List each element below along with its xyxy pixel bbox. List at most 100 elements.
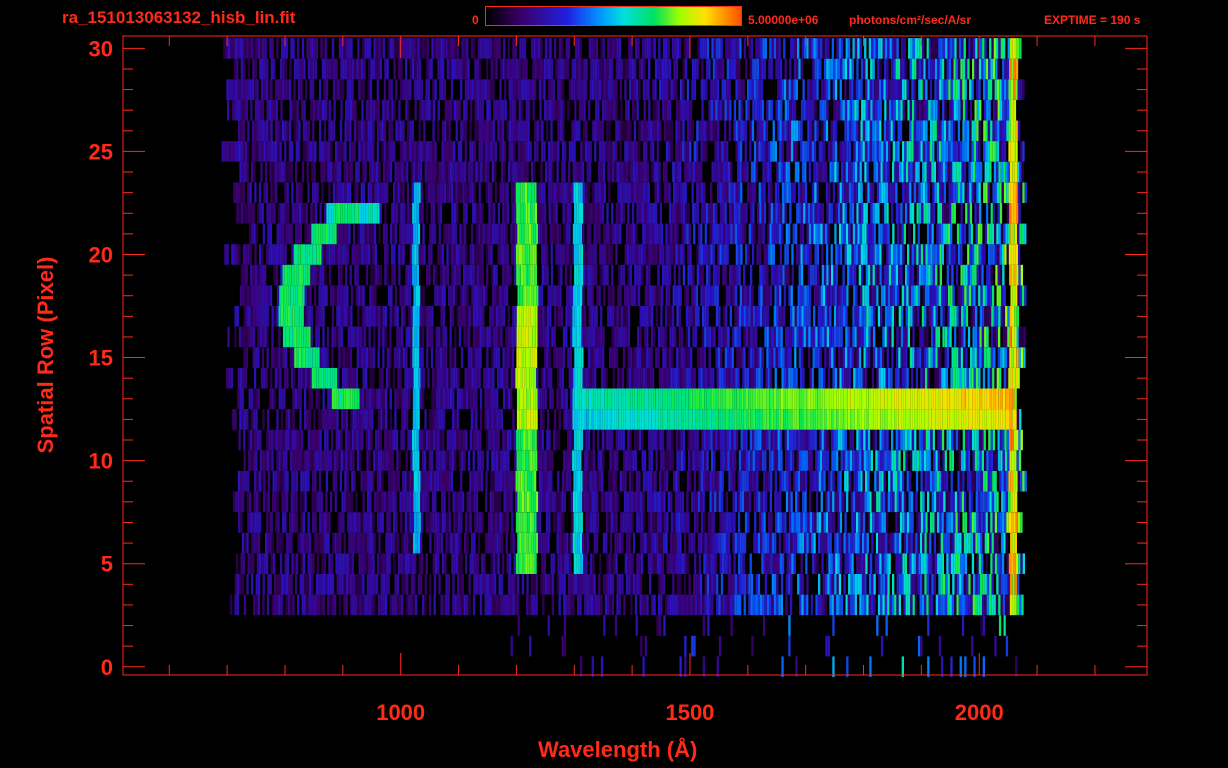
heatmap-cell — [451, 264, 454, 286]
heatmap-cell — [862, 512, 866, 533]
heatmap-cell — [574, 429, 577, 451]
heatmap-cell — [731, 264, 734, 286]
heatmap-cell — [579, 491, 583, 513]
heatmap-cell — [1012, 532, 1015, 554]
heatmap-cell — [270, 512, 273, 533]
heatmap-cell — [509, 264, 512, 286]
heatmap-cell — [865, 429, 868, 451]
heatmap-cell — [743, 306, 746, 327]
heatmap-cell — [533, 306, 536, 327]
heatmap-cell — [567, 409, 571, 430]
heatmap-cell — [658, 532, 661, 554]
heatmap-cell — [435, 264, 438, 286]
heatmap-cell — [978, 429, 982, 451]
heatmap-cell — [515, 491, 518, 513]
heatmap-cell — [826, 326, 829, 348]
heatmap-cell — [897, 553, 900, 574]
heatmap-cell — [351, 470, 354, 492]
heatmap-cell — [409, 512, 412, 533]
heatmap-cell — [759, 409, 763, 430]
heatmap-cell — [451, 450, 455, 471]
heatmap-cell — [265, 244, 269, 265]
heatmap-cell — [324, 429, 327, 451]
heatmap-cell — [293, 553, 296, 574]
heatmap-cell — [596, 491, 599, 513]
heatmap-cell — [721, 553, 725, 574]
heatmap-cell — [323, 553, 327, 574]
heatmap-cell — [730, 470, 733, 492]
heatmap-cell — [498, 409, 501, 430]
heatmap-cell — [266, 594, 270, 616]
heatmap-cell — [683, 532, 687, 554]
heatmap-cell — [537, 306, 540, 327]
heatmap-cell — [546, 450, 549, 471]
heatmap-cell — [240, 367, 243, 389]
heatmap-cell — [560, 264, 563, 286]
heatmap-cell — [296, 429, 299, 451]
heatmap-cell — [943, 512, 947, 533]
heatmap-cell — [266, 306, 270, 327]
heatmap-cell — [878, 491, 881, 513]
heatmap-cell — [992, 470, 995, 492]
heatmap-cell — [945, 367, 949, 389]
heatmap-cell — [434, 512, 438, 533]
heatmap-cell — [892, 491, 895, 513]
heatmap-cell — [534, 553, 537, 574]
heatmap-cell — [277, 429, 281, 451]
heatmap-cell — [691, 367, 694, 389]
heatmap-cell — [1004, 429, 1007, 451]
heatmap-cell — [882, 409, 885, 430]
heatmap-cell — [291, 264, 295, 286]
heatmap-cell — [413, 470, 416, 492]
heatmap-cell — [360, 285, 363, 306]
heatmap-cell — [534, 244, 537, 265]
heatmap-cell — [627, 326, 630, 348]
heatmap-cell — [683, 409, 686, 430]
heatmap-cell — [604, 409, 608, 430]
heatmap-cell — [964, 285, 967, 306]
heatmap-cell — [812, 512, 815, 533]
heatmap-cell — [821, 264, 824, 286]
heatmap-cell — [637, 409, 640, 430]
heatmap-cell — [544, 574, 548, 595]
heatmap-cell — [925, 512, 928, 533]
heatmap-cell — [623, 306, 626, 327]
heatmap-cell — [647, 553, 651, 574]
heatmap-cell — [472, 264, 475, 286]
heatmap-cell — [607, 491, 610, 513]
heatmap-cell — [389, 388, 392, 410]
heatmap-cell — [836, 450, 839, 471]
heatmap-cell — [746, 388, 749, 410]
heatmap-cell — [370, 512, 373, 533]
heatmap-cell — [460, 347, 464, 368]
heatmap-cell — [858, 512, 861, 533]
heatmap-cell — [452, 574, 455, 595]
heatmap-cell — [940, 574, 943, 595]
heatmap-cell — [314, 367, 317, 389]
heatmap-cell — [871, 285, 874, 306]
heatmap-cell — [364, 594, 367, 616]
heatmap-cell — [595, 347, 598, 368]
heatmap-cell — [1005, 532, 1008, 554]
heatmap-cell — [794, 306, 797, 327]
heatmap-cell — [1015, 491, 1018, 513]
heatmap-cell — [437, 347, 440, 368]
heatmap-cell — [468, 574, 471, 595]
heatmap-cell — [669, 388, 672, 410]
heatmap-cell — [505, 450, 508, 471]
heatmap-cell — [320, 306, 323, 327]
heatmap-cell — [959, 656, 962, 677]
heatmap-cell — [275, 450, 279, 471]
heatmap-cell — [252, 512, 255, 533]
heatmap-cell — [743, 450, 746, 471]
heatmap-cell — [624, 244, 627, 265]
heatmap-cell — [800, 512, 803, 533]
heatmap-cell — [642, 367, 645, 389]
heatmap-cell — [785, 388, 788, 410]
heatmap-cell — [457, 491, 460, 513]
heatmap-cell — [412, 264, 415, 286]
heatmap-cell — [332, 532, 335, 554]
heatmap-cell — [348, 388, 351, 410]
heatmap-cell — [774, 532, 777, 554]
heatmap-cell — [916, 264, 919, 286]
